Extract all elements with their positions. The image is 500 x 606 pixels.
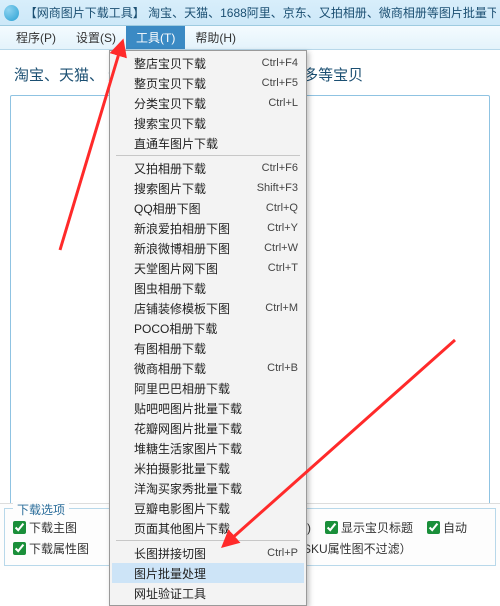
menu-item[interactable]: 长图拼接切图 Ctrl+P (112, 543, 304, 563)
menu-item-shortcut: Ctrl+Y (267, 222, 298, 234)
menu-item[interactable]: 米拍摄影批量下载 (112, 458, 304, 478)
download-options-title: 下载选项 (13, 501, 69, 518)
menu-item-label: 整店宝贝下载 (134, 55, 252, 72)
menu-item[interactable]: 直通车图片下载 (112, 133, 304, 153)
menu-item-shortcut: Ctrl+P (267, 547, 298, 559)
tools-dropdown: 整店宝贝下载 Ctrl+F4 整页宝贝下载 Ctrl+F5 分类宝贝下载 Ctrl+L 搜索… (109, 50, 307, 606)
menu-item-shortcut: Ctrl+B (267, 362, 298, 374)
menu-item-label: 阿里巴巴相册下载 (134, 380, 298, 397)
menu-item-label: 页面其他图片下载 (134, 520, 298, 537)
menu-item-label: 图片批量处理 (134, 565, 298, 582)
menu-item-label: POCO相册下载 (134, 320, 298, 337)
menu-item-label: 微商相册下载 (134, 360, 257, 377)
menu-item-label: 又拍相册下载 (134, 160, 252, 177)
cb-attr-image[interactable]: 下载属性图 (13, 540, 89, 557)
menu-item-label: 网址验证工具 (134, 585, 298, 602)
menu-item-label: 直通车图片下载 (134, 135, 298, 152)
cb-show-title[interactable]: 显示宝贝标题 (325, 519, 413, 536)
menu-item-shortcut: Ctrl+W (264, 242, 298, 254)
menu-item[interactable]: 店铺装修模板下图 Ctrl+M (112, 298, 304, 318)
menu-item[interactable]: POCO相册下载 (112, 318, 304, 338)
menu-item-label: 整页宝贝下载 (134, 75, 252, 92)
menu-item[interactable]: 整店宝贝下载 Ctrl+F4 (112, 53, 304, 73)
menu-item-label: 米拍摄影批量下载 (134, 460, 298, 477)
menu-item-shortcut: Shift+F3 (257, 182, 298, 194)
menu-item-label: 分类宝贝下载 (134, 95, 258, 112)
menu-item-label: 新浪爱拍相册下图 (134, 220, 257, 237)
menu-item-label: 有图相册下载 (134, 340, 298, 357)
titlebar-text: 【网商图片下载工具】 淘宝、天猫、1688阿里、京东、又拍相册、微商相册等图片批… (25, 4, 496, 21)
menu-item[interactable]: 又拍相册下载 Ctrl+F6 (112, 158, 304, 178)
cb-auto[interactable]: 自动 (427, 519, 467, 536)
menu-item[interactable]: 堆糖生活家图片下载 (112, 438, 304, 458)
titlebar: 【网商图片下载工具】 淘宝、天猫、1688阿里、京东、又拍相册、微商相册等图片批… (0, 0, 500, 26)
menu-item[interactable]: 页面其他图片下载 (112, 518, 304, 538)
menu-tools[interactable]: 工具(T) (126, 26, 185, 49)
menu-item[interactable]: 有图相册下载 (112, 338, 304, 358)
menu-item[interactable]: 天堂图片网下图 Ctrl+T (112, 258, 304, 278)
menu-item[interactable]: 搜索宝贝下载 (112, 113, 304, 133)
menu-item[interactable]: 阿里巴巴相册下载 (112, 378, 304, 398)
menu-item[interactable]: 图片批量处理 (112, 563, 304, 583)
menu-item[interactable]: 整页宝贝下载 Ctrl+F5 (112, 73, 304, 93)
menu-item-shortcut: Ctrl+M (265, 302, 298, 314)
menu-program[interactable]: 程序(P) (6, 26, 66, 49)
menu-item-label: 店铺装修模板下图 (134, 300, 255, 317)
menu-item[interactable]: 豆瓣电影图片下载 (112, 498, 304, 518)
menu-separator (116, 540, 300, 541)
menu-item[interactable]: 贴吧吧图片批量下载 (112, 398, 304, 418)
menu-settings[interactable]: 设置(S) (66, 26, 126, 49)
menu-item-shortcut: Ctrl+Q (266, 202, 298, 214)
menu-item-shortcut: Ctrl+T (268, 262, 298, 274)
menu-item-label: 天堂图片网下图 (134, 260, 258, 277)
menu-item-label: 搜索宝贝下载 (134, 115, 298, 132)
app-icon (4, 5, 19, 21)
menu-item[interactable]: 分类宝贝下载 Ctrl+L (112, 93, 304, 113)
menu-item-shortcut: Ctrl+F6 (262, 162, 298, 174)
menu-item[interactable]: 花瓣网图片批量下载 (112, 418, 304, 438)
menu-item[interactable]: 新浪爱拍相册下图 Ctrl+Y (112, 218, 304, 238)
menu-item[interactable]: 网址验证工具 (112, 583, 304, 603)
menu-item-label: QQ相册下图 (134, 200, 256, 217)
menu-item-label: 图虫相册下载 (134, 280, 298, 297)
menu-item[interactable]: 图虫相册下载 (112, 278, 304, 298)
menu-item-shortcut: Ctrl+F5 (262, 77, 298, 89)
menu-item-shortcut: Ctrl+L (268, 97, 298, 109)
menu-item-label: 花瓣网图片批量下载 (134, 420, 298, 437)
menu-separator (116, 155, 300, 156)
menubar: 程序(P) 设置(S) 工具(T) 帮助(H) (0, 26, 500, 50)
menu-item-label: 豆瓣电影图片下载 (134, 500, 298, 517)
menu-item-label: 洋淘买家秀批量下载 (134, 480, 298, 497)
menu-item-label: 新浪微博相册下图 (134, 240, 254, 257)
menu-item-label: 搜索图片下载 (134, 180, 247, 197)
menu-item[interactable]: 微商相册下载 Ctrl+B (112, 358, 304, 378)
menu-item-label: 长图拼接切图 (134, 545, 257, 562)
menu-item-label: 贴吧吧图片批量下载 (134, 400, 298, 417)
menu-item-label: 堆糖生活家图片下载 (134, 440, 298, 457)
menu-item-shortcut: Ctrl+F4 (262, 57, 298, 69)
menu-item[interactable]: 新浪微博相册下图 Ctrl+W (112, 238, 304, 258)
menu-item[interactable]: 洋淘买家秀批量下载 (112, 478, 304, 498)
menu-help[interactable]: 帮助(H) (185, 26, 246, 49)
menu-item[interactable]: 搜索图片下载 Shift+F3 (112, 178, 304, 198)
cb-main-image[interactable]: 下载主图 (13, 519, 77, 536)
menu-item[interactable]: QQ相册下图 Ctrl+Q (112, 198, 304, 218)
